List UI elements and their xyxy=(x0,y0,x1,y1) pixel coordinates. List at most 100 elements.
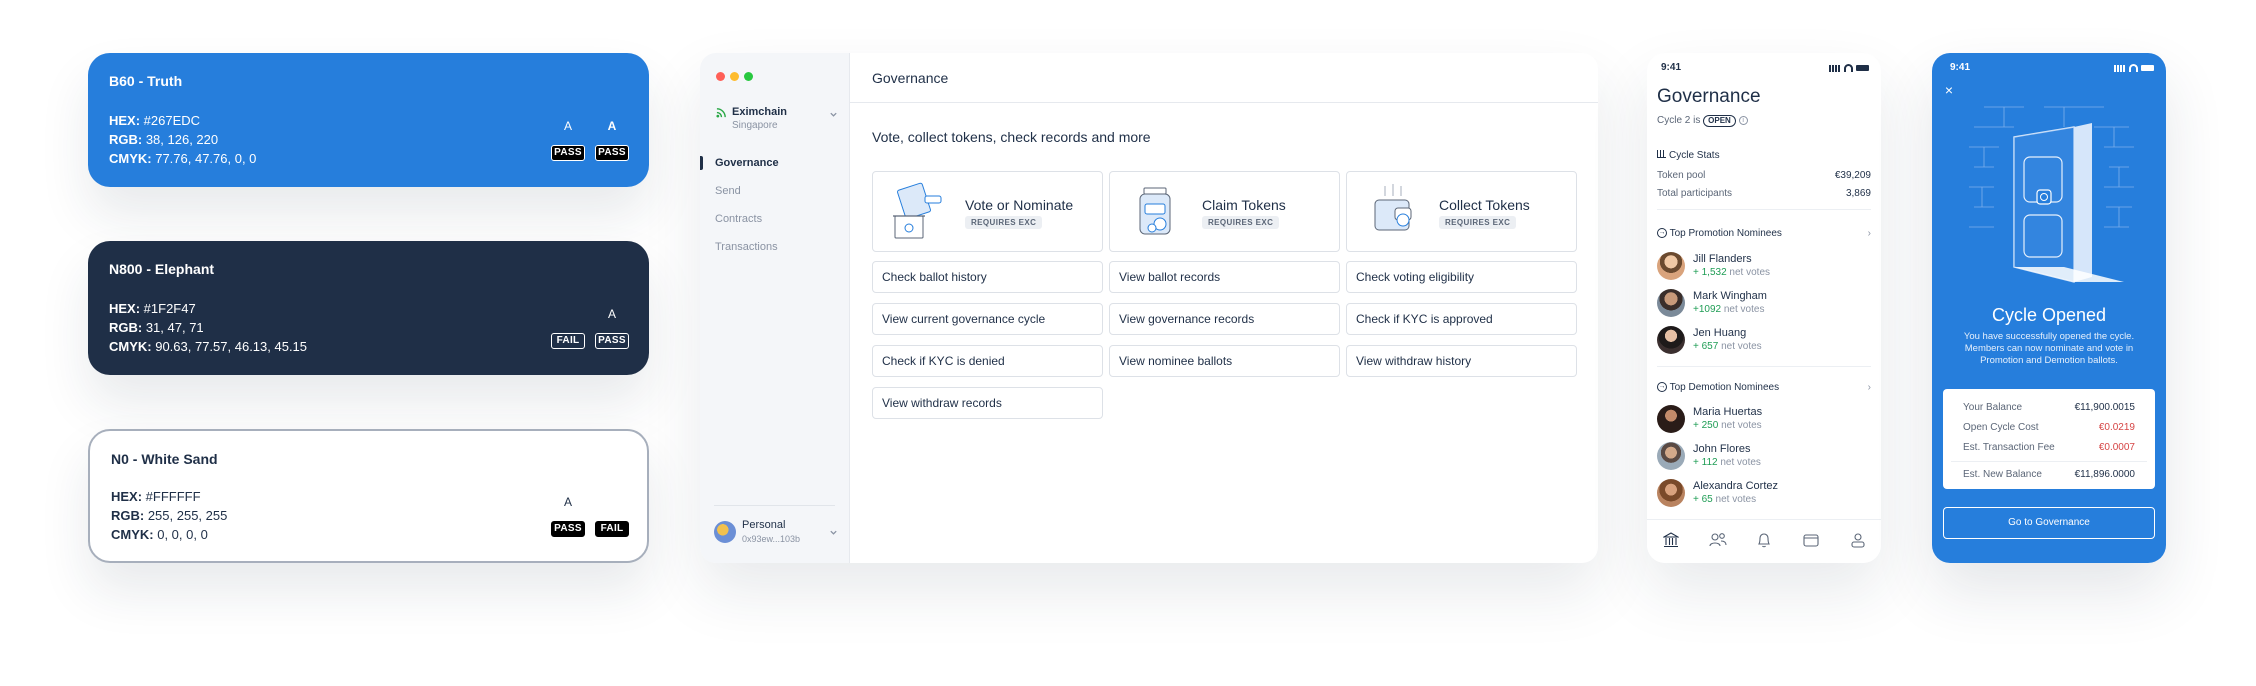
action-title: Claim Tokens xyxy=(1202,197,1286,213)
summary-divider xyxy=(1951,461,2147,462)
swatch-card-white-sand: N0 - White Sand HEX: #FFFFFF RGB: 255, 2… xyxy=(88,429,649,563)
profile-icon[interactable] xyxy=(1850,532,1866,548)
wifi-icon xyxy=(2129,64,2138,72)
chevron-right-icon: › xyxy=(1867,228,1871,239)
contrast-badge: FAIL xyxy=(551,333,585,349)
nav-item-contracts[interactable]: Contracts xyxy=(715,213,762,225)
nominee-name: Maria Huertas xyxy=(1693,406,1763,418)
contrast-badge: PASS xyxy=(595,145,629,161)
requires-exc-badge: REQUIRES EXC xyxy=(1202,216,1280,229)
nominee-votes: + 657 net votes xyxy=(1693,341,1762,352)
window-close-button[interactable] xyxy=(716,72,725,81)
token-jar-icon xyxy=(1139,187,1171,235)
view-governance-records-link[interactable]: View governance records xyxy=(1109,303,1340,335)
stat-value: 3,869 xyxy=(1845,188,1871,199)
summary-row: Your Balance €11,900.0015 xyxy=(1963,402,2135,413)
view-ballot-records-link[interactable]: View ballot records xyxy=(1109,261,1340,293)
ballot-box-icon xyxy=(893,182,942,239)
nav-active-indicator xyxy=(700,156,703,170)
go-to-governance-button[interactable]: Go to Governance xyxy=(1943,507,2155,539)
bank-icon[interactable] xyxy=(1663,532,1679,548)
account-avatar xyxy=(714,521,736,543)
info-icon[interactable]: i xyxy=(1738,115,1748,125)
swatch-title: B60 - Truth xyxy=(109,73,183,89)
arrow-down-circle-icon: → xyxy=(1657,382,1667,393)
top-demotion-nominees-header[interactable]: → Top Demotion Nominees › xyxy=(1657,382,1871,396)
contrast-badge: PASS xyxy=(551,145,585,161)
view-withdraw-records-link[interactable]: View withdraw records xyxy=(872,387,1103,419)
account-switcher[interactable]: Personal 0x93ew...103b xyxy=(714,517,838,549)
view-nominee-ballots-link[interactable]: View nominee ballots xyxy=(1109,345,1340,377)
account-address: 0x93ew...103b xyxy=(742,534,801,544)
swatch-title: N800 - Elephant xyxy=(109,261,215,277)
divider xyxy=(1657,366,1871,367)
signal-bars-icon xyxy=(2114,65,2126,72)
avatar xyxy=(1657,289,1685,317)
open-door-illustration xyxy=(1969,106,2134,283)
cycle-stats-header: Cycle Stats xyxy=(1657,150,1720,161)
action-title: Collect Tokens xyxy=(1439,197,1530,213)
avatar xyxy=(1657,479,1685,507)
collect-tokens-card[interactable]: Collect Tokens REQUIRES EXC xyxy=(1346,171,1577,252)
nominee-votes: + 65 net votes xyxy=(1693,494,1757,505)
nominee-name: Mark Wingham xyxy=(1693,290,1767,302)
check-ballot-history-link[interactable]: Check ballot history xyxy=(872,261,1103,293)
org-switcher[interactable]: Eximchain Singapore xyxy=(714,105,838,139)
wallet-icon[interactable] xyxy=(1803,532,1819,548)
mobile-cycle-opened-screen: 9:41 × Cycle Opened You have successfull… xyxy=(1932,53,2166,563)
page-subtitle: Vote, collect tokens, check records and … xyxy=(872,129,1151,145)
wifi-icon xyxy=(1844,64,1853,72)
window-maximize-button[interactable] xyxy=(744,72,753,81)
org-name: Eximchain xyxy=(732,106,788,118)
main-header: Governance xyxy=(850,53,1598,103)
nav-item-send[interactable]: Send xyxy=(715,185,741,197)
contrast-badge: PASS xyxy=(595,333,629,349)
screen-title: Cycle Opened xyxy=(1991,305,2107,325)
tab-bar xyxy=(1647,519,1881,563)
sidebar: Eximchain Singapore Governance Send Cont… xyxy=(700,53,850,563)
swatch-rgb: RGB: 255, 255, 255 xyxy=(111,508,228,523)
nominee-votes: + 250 net votes xyxy=(1693,420,1762,431)
page-title: Governance xyxy=(872,70,949,86)
top-promotion-nominees-header[interactable]: → Top Promotion Nominees › xyxy=(1657,228,1871,242)
close-icon[interactable]: × xyxy=(1942,83,1956,97)
swatch-cmyk: CMYK: 77.76, 47.76, 0, 0 xyxy=(109,151,257,166)
swatch-hex: HEX: #FFFFFF xyxy=(111,489,201,504)
nominee-name: John Flores xyxy=(1693,443,1751,455)
view-withdraw-history-link[interactable]: View withdraw history xyxy=(1346,345,1577,377)
nominee-name: Alexandra Cortez xyxy=(1693,480,1778,492)
swatch-card-elephant: N800 - Elephant HEX: #1F2F47 RGB: 31, 47… xyxy=(88,241,649,375)
avatar xyxy=(1657,442,1685,470)
avatar xyxy=(1657,405,1685,433)
check-kyc-approved-link[interactable]: Check if KYC is approved xyxy=(1346,303,1577,335)
status-time: 9:41 xyxy=(1950,62,1971,73)
account-name: Personal xyxy=(742,519,786,531)
battery-icon xyxy=(2141,65,2154,71)
status-time: 9:41 xyxy=(1661,62,1682,73)
swatch-rgb: RGB: 38, 126, 220 xyxy=(109,132,219,147)
cycle-status-line: Cycle 2 is OPEN i xyxy=(1657,115,1748,127)
contrast-sample-letter: A xyxy=(563,119,572,133)
bell-icon[interactable] xyxy=(1757,532,1771,548)
sidebar-divider xyxy=(714,505,835,506)
nominee-votes: +1092 net votes xyxy=(1693,304,1765,315)
summary-row: Est. New Balance €11,896.0000 xyxy=(1963,469,2135,480)
swatch-hex: HEX: #267EDC xyxy=(109,113,201,128)
check-kyc-denied-link[interactable]: Check if KYC is denied xyxy=(872,345,1103,377)
check-voting-eligibility-link[interactable]: Check voting eligibility xyxy=(1346,261,1577,293)
nav-item-transactions[interactable]: Transactions xyxy=(715,241,778,253)
vote-or-nominate-card[interactable]: Vote or Nominate REQUIRES EXC xyxy=(872,171,1103,252)
requires-exc-badge: REQUIRES EXC xyxy=(965,216,1043,229)
chevron-right-icon: › xyxy=(1867,382,1871,393)
summary-value: €0.0219 xyxy=(2098,422,2135,433)
window-minimize-button[interactable] xyxy=(730,72,739,81)
nav-item-governance[interactable]: Governance xyxy=(715,157,779,169)
signal-icon xyxy=(716,108,726,118)
claim-tokens-card[interactable]: Claim Tokens REQUIRES EXC xyxy=(1109,171,1340,252)
stat-value: €39,209 xyxy=(1834,170,1871,181)
nominee-name: Jen Huang xyxy=(1693,327,1747,339)
swatch-hex: HEX: #1F2F47 xyxy=(109,301,196,316)
contrast-badge: FAIL xyxy=(595,521,629,537)
people-icon[interactable] xyxy=(1709,532,1727,548)
view-current-governance-cycle-link[interactable]: View current governance cycle xyxy=(872,303,1103,335)
